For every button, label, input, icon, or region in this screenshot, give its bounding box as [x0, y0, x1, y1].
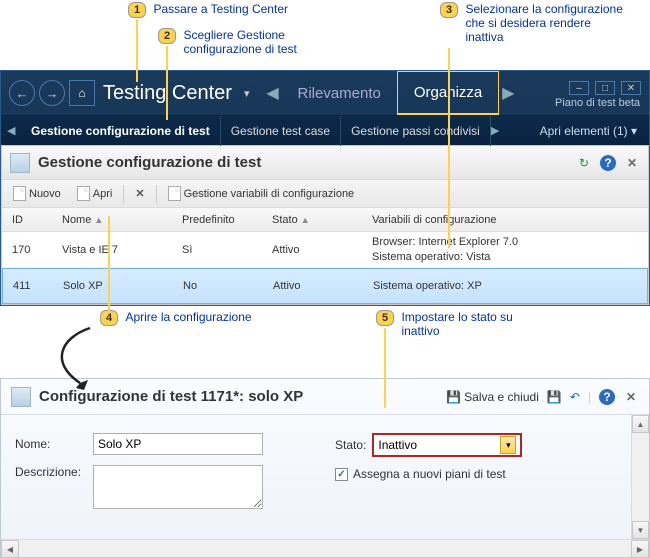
tab-rilevamento[interactable]: Rilevamento	[282, 71, 397, 115]
callout-text-3: Selezionare la configurazione che si des…	[465, 2, 625, 44]
maximize-button[interactable]: □	[595, 81, 615, 95]
panel-icon	[10, 153, 30, 173]
cell-pred: No	[183, 280, 273, 292]
new-doc-icon	[13, 186, 26, 201]
panel-header: Gestione configurazione di test ↻ ? ✕	[2, 146, 648, 180]
panel-title: Gestione configurazione di test	[38, 154, 576, 171]
toolbar-separator	[156, 185, 157, 203]
col-header-nome[interactable]: Nome▲	[62, 214, 182, 226]
save-close-button[interactable]: 💾 Salva e chiudi	[446, 390, 539, 404]
cell-stato: Attivo	[272, 244, 372, 256]
cell-id: 411	[3, 280, 63, 292]
nome-input[interactable]	[93, 433, 263, 455]
callout-tag-5: 5	[376, 310, 394, 326]
back-button[interactable]: ←	[9, 80, 35, 106]
save-button[interactable]: 💾	[547, 390, 562, 404]
sort-asc-icon: ▲	[94, 215, 103, 225]
table-row[interactable]: 411 Solo XP No Attivo Sistema operativo:…	[2, 268, 648, 304]
scroll-left-button[interactable]: ◀	[1, 540, 19, 558]
detail-body: Nome: Descrizione: Stato: Inattivo ▾ ✓ A…	[1, 415, 649, 539]
cell-stato: Attivo	[273, 280, 373, 292]
delete-icon: ✕	[135, 187, 144, 200]
cell-id: 170	[2, 244, 62, 256]
test-plan-label: Piano di test beta	[555, 97, 640, 109]
stato-value: Inattivo	[378, 438, 417, 452]
config-panel: Gestione configurazione di test ↻ ? ✕ Nu…	[1, 145, 649, 305]
minimize-button[interactable]: –	[569, 81, 589, 95]
scroll-down-button[interactable]: ▼	[632, 521, 649, 539]
grid-header: ID Nome▲ Predefinito Stato▲ Variabili di…	[2, 208, 648, 232]
dropdown-arrow-icon: ▾	[500, 436, 516, 454]
stato-select[interactable]: Inattivo ▾	[372, 433, 522, 457]
undo-button[interactable]: ↶	[570, 390, 580, 404]
cell-nome: Solo XP	[63, 280, 183, 292]
scroll-up-button[interactable]: ▲	[632, 415, 649, 433]
desc-label: Descrizione:	[15, 465, 93, 479]
new-button[interactable]: Nuovo	[6, 183, 68, 205]
col-header-id[interactable]: ID	[2, 214, 62, 226]
subtabs: ◀ Gestione configurazione di test Gestio…	[1, 115, 649, 145]
titlebar: ← → ⌂ Testing Center ▾ ◀ Rilevamento Org…	[1, 71, 649, 115]
close-window-button[interactable]: ✕	[621, 81, 641, 95]
vars-icon	[168, 186, 181, 201]
refresh-icon[interactable]: ↻	[576, 155, 592, 171]
help-icon[interactable]: ?	[599, 389, 615, 405]
toolbar-separator	[123, 185, 124, 203]
cell-vars: Sistema operativo: XP	[373, 279, 647, 293]
horizontal-scrollbar[interactable]: ◀ ▶	[1, 539, 649, 557]
open-button[interactable]: Apri	[70, 183, 120, 205]
manage-vars-button[interactable]: Gestione variabili di configurazione	[161, 183, 362, 205]
cell-nome: Vista e IE 7	[62, 244, 182, 256]
tab-next-arrow[interactable]: ▶	[499, 71, 517, 115]
main-tab-group: ◀ Rilevamento Organizza ▶	[264, 71, 518, 115]
desc-input[interactable]	[93, 465, 263, 509]
close-panel-icon[interactable]: ✕	[624, 155, 640, 171]
home-button[interactable]: ⌂	[69, 80, 95, 106]
cell-vars: Browser: Internet Explorer 7.0 Sistema o…	[372, 235, 648, 264]
app-window: ← → ⌂ Testing Center ▾ ◀ Rilevamento Org…	[0, 70, 650, 306]
cell-pred: Sì	[182, 244, 272, 256]
open-items-link[interactable]: Apri elementi (1) ▾	[540, 124, 643, 138]
sort-asc-icon: ▲	[301, 215, 310, 225]
col-header-vars[interactable]: Variabili di configurazione	[372, 214, 648, 226]
delete-button[interactable]: ✕	[128, 183, 151, 205]
subtab-next-arrow[interactable]: ▶	[491, 124, 505, 137]
detail-icon	[11, 387, 31, 407]
close-detail-icon[interactable]: ✕	[623, 389, 639, 405]
tab-prev-arrow[interactable]: ◀	[264, 71, 282, 115]
window-controls: – □ ✕	[569, 91, 641, 95]
callout-text-2: Scegliere Gestione configurazione di tes…	[183, 28, 333, 56]
forward-button[interactable]: →	[39, 80, 65, 106]
scroll-right-button[interactable]: ▶	[631, 540, 649, 558]
subtab-prev-arrow[interactable]: ◀	[7, 124, 21, 137]
col-header-stato[interactable]: Stato▲	[272, 214, 372, 226]
callout-tag-2: 2	[158, 28, 176, 44]
help-icon[interactable]: ?	[600, 155, 616, 171]
col-header-pred[interactable]: Predefinito	[182, 214, 272, 226]
curve-arrow-icon	[40, 323, 110, 398]
toolbar: Nuovo Apri ✕ Gestione variabili di confi…	[2, 180, 648, 208]
nome-label: Nome:	[15, 437, 93, 451]
open-doc-icon	[77, 186, 90, 201]
table-row[interactable]: 170 Vista e IE 7 Sì Attivo Browser: Inte…	[2, 232, 648, 268]
callout-text-5: Impostare lo stato su inattivo	[401, 310, 551, 338]
callout-text-1: Passare a Testing Center	[153, 2, 288, 16]
assign-label: Assegna a nuovi piani di test	[353, 467, 506, 481]
callout-tag-1: 1	[128, 2, 146, 18]
save-icon: 💾	[446, 390, 461, 404]
callout-text-4: Aprire la configurazione	[125, 310, 251, 324]
subtab-shared-steps[interactable]: Gestione passi condivisi	[341, 116, 491, 146]
assign-checkbox[interactable]: ✓	[335, 468, 348, 481]
stato-label: Stato:	[335, 438, 366, 452]
callout-tag-3: 3	[440, 2, 458, 18]
title-chevron-icon: ▾	[244, 87, 250, 100]
callouts-top: 1 Passare a Testing Center 2 Scegliere G…	[0, 0, 650, 70]
subtab-config[interactable]: Gestione configurazione di test	[21, 116, 221, 146]
vertical-scrollbar[interactable]: ▲ ▼	[631, 415, 649, 539]
chevron-down-icon: ▾	[631, 124, 637, 138]
subtab-testcase[interactable]: Gestione test case	[221, 116, 341, 146]
detail-panel: Configurazione di test 1171*: solo XP 💾 …	[0, 378, 650, 558]
